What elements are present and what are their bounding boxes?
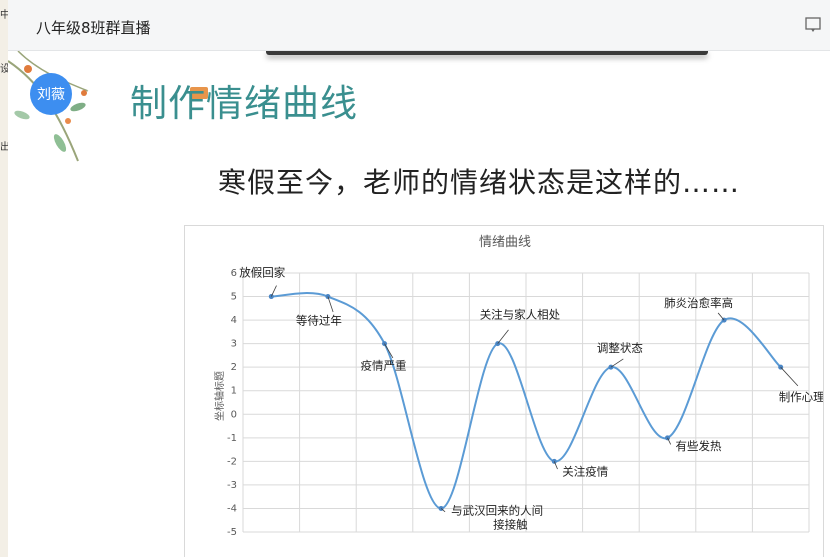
point-label: 关注与家人相处 xyxy=(480,308,561,322)
slide-title: 制作情绪曲线 xyxy=(130,82,358,125)
data-point xyxy=(268,294,274,300)
window-dock-icon[interactable] xyxy=(804,15,822,33)
chart-title: 情绪曲线 xyxy=(479,235,531,250)
y-tick-label: -5 xyxy=(227,527,237,538)
point-label: 疫情严重 xyxy=(361,359,407,373)
point-label: 制作心理课 xyxy=(779,390,823,404)
point-label: 与武汉回来的人间接接触 xyxy=(451,503,543,531)
slide-top-bar xyxy=(266,51,708,55)
y-axis-label: 坐标轴标题 xyxy=(213,371,226,421)
data-point xyxy=(382,341,387,347)
slide-subtitle: 寒假至今，老师的情绪状态是这样的…… xyxy=(218,166,741,199)
y-tick-label: 5 xyxy=(231,292,237,303)
y-tick-label: 0 xyxy=(231,409,237,420)
point-label: 放假回家 xyxy=(239,266,285,280)
y-tick-label: 2 xyxy=(231,362,237,373)
window-titlebar: 八年级8班群直播 xyxy=(8,0,830,51)
label-leader-line xyxy=(717,312,725,321)
label-leader-line xyxy=(780,366,799,387)
y-tick-label: -3 xyxy=(227,480,237,491)
label-leader-line xyxy=(497,329,509,344)
point-label: 有些发热 xyxy=(676,439,722,453)
point-label: 调整状态 xyxy=(597,341,643,355)
label-leader-line xyxy=(270,285,277,297)
y-tick-label: 1 xyxy=(231,386,237,397)
plant-decoration-icon xyxy=(8,51,89,162)
point-label: 等待过年 xyxy=(296,314,342,328)
strip-tag: 出 xyxy=(0,142,8,153)
y-tick-label: -1 xyxy=(227,433,237,444)
y-tick-label: 4 xyxy=(231,315,237,326)
point-label: 关注疫情 xyxy=(562,464,608,478)
y-tick-label: 6 xyxy=(231,268,237,279)
point-label: 肺炎治愈率高 xyxy=(664,296,733,310)
presenter-avatar[interactable]: 刘薇 xyxy=(30,73,72,115)
emotion-chart-svg: 情绪曲线 坐标轴标题 6 5 4 3 2 1 0 -1 -2 -3 -4 -5 放假回家等待过年疫情严… xyxy=(213,235,830,538)
y-tick-label: -4 xyxy=(227,503,237,514)
window-title: 八年级8班群直播 xyxy=(36,19,151,37)
y-tick-label: -2 xyxy=(227,456,237,467)
live-slide: 刘薇 刘薇 心理课 制作情绪曲线 寒假至今，老师的情绪状态是这样的…… 情绪曲线… xyxy=(8,51,830,557)
label-leader-line xyxy=(610,358,624,368)
strip-tag: 中 xyxy=(0,10,8,21)
emotion-chart: 情绪曲线 坐标轴标题 6 5 4 3 2 1 0 -1 -2 -3 -4 -5 放假回家等待过年疫情严… xyxy=(184,225,830,557)
strip-tag: 设 xyxy=(0,64,8,75)
y-tick-label: 3 xyxy=(231,339,237,350)
